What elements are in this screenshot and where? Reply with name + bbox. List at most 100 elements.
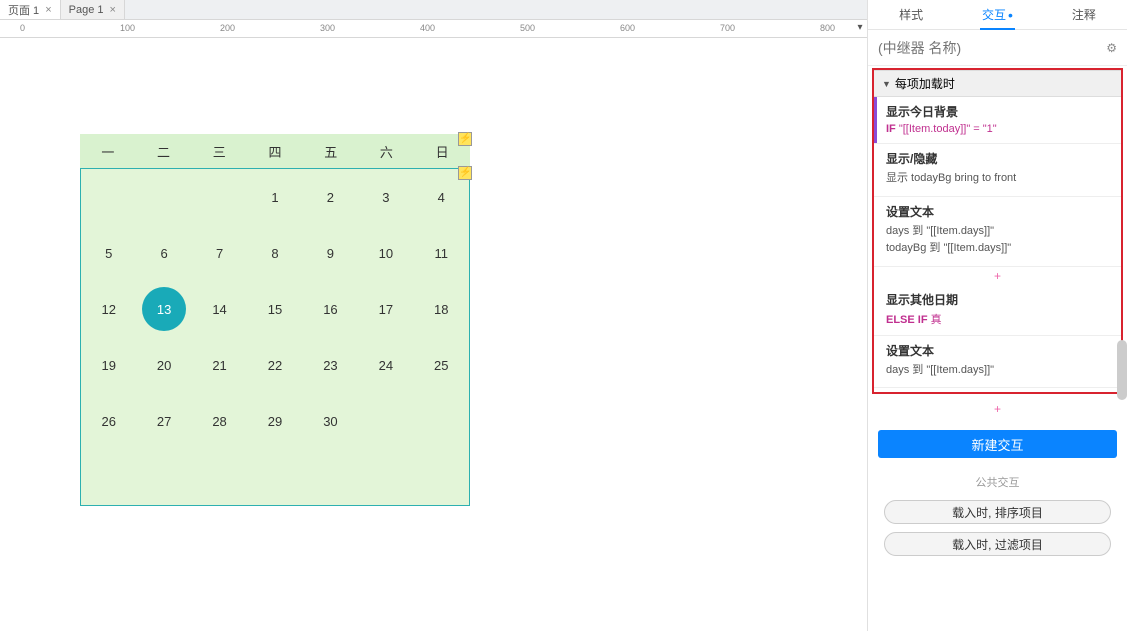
new-interaction-button[interactable]: 新建交互 — [878, 430, 1117, 458]
scrollbar-thumb[interactable] — [1117, 340, 1127, 400]
tab-notes[interactable]: 注释 — [1041, 0, 1127, 29]
weekday-label: 三 — [191, 134, 247, 168]
horizontal-ruler: 0100200300400500600700800 — [0, 20, 867, 38]
calendar-cell[interactable] — [81, 169, 136, 225]
calendar-cell[interactable]: 26 — [81, 393, 136, 449]
case-title: 显示今日背景 — [886, 103, 1113, 120]
calendar-cell[interactable]: 23 — [303, 337, 358, 393]
add-case-icon[interactable]: + — [868, 400, 1127, 418]
weekday-label: 一 — [80, 134, 136, 168]
widget-name-row: ⚙ — [868, 30, 1127, 66]
action-title: 显示/隐藏 — [886, 150, 1113, 167]
adjust-icon[interactable]: ⚙ — [1106, 41, 1117, 55]
lightning-icon[interactable]: ⚡ — [458, 166, 472, 180]
calendar-cell[interactable]: 28 — [192, 393, 247, 449]
action-line: days 到 "[[Item.days]]" — [886, 223, 1113, 241]
calendar-cell[interactable]: 19 — [81, 337, 136, 393]
calendar-cell[interactable]: 18 — [414, 281, 469, 337]
case-condition: IF "[[Item.today]]" = "1" — [886, 123, 1113, 135]
calendar-cell[interactable] — [358, 393, 413, 449]
shared-ix-sort-button[interactable]: 载入时, 排序项目 — [884, 500, 1111, 524]
case-block[interactable]: 显示今日背景 IF "[[Item.today]]" = "1" — [874, 97, 1121, 144]
action-line: todayBg 到 "[[Item.days]]" — [886, 240, 1113, 258]
ruler-tick: 300 — [320, 23, 335, 33]
today-highlight: 13 — [142, 287, 186, 331]
ruler-tick: 0 — [20, 23, 25, 33]
calendar-cell[interactable] — [136, 449, 191, 505]
ruler-tick: 600 — [620, 23, 635, 33]
widget-name-input[interactable] — [878, 40, 1106, 56]
calendar-cell[interactable] — [192, 449, 247, 505]
new-interaction-row: 新建交互 — [878, 430, 1117, 458]
calendar-cell[interactable]: 2 — [303, 169, 358, 225]
weekday-label: 六 — [359, 134, 415, 168]
inspector-panel: 样式 交互• 注释 ⚙ ▼ 每项加载时 显示今日背景 IF "[[Item.to… — [867, 0, 1127, 631]
ruler-menu-icon[interactable]: ▾ — [853, 22, 867, 36]
calendar-cell[interactable]: 22 — [247, 337, 302, 393]
calendar-cell[interactable]: 13 — [136, 281, 191, 337]
calendar-body: 1234567891011121314151617181920212223242… — [80, 168, 470, 506]
doc-tab-label: 页面 1 — [8, 2, 39, 18]
close-icon[interactable]: × — [45, 4, 51, 16]
tab-interactions[interactable]: 交互• — [954, 0, 1040, 29]
calendar-header: 一二三四五六日 — [80, 134, 470, 168]
calendar-cell[interactable]: 29 — [247, 393, 302, 449]
case-block[interactable]: 显示其他日期 ELSE IF 真 — [874, 285, 1121, 336]
calendar-cell[interactable] — [192, 169, 247, 225]
event-header[interactable]: ▼ 每项加载时 — [874, 70, 1121, 97]
tab-style[interactable]: 样式 — [868, 0, 954, 29]
lightning-icon[interactable]: ⚡ — [458, 132, 472, 146]
case-title: 显示其他日期 — [886, 291, 1113, 308]
close-icon[interactable]: × — [110, 4, 116, 16]
calendar-cell[interactable]: 1 — [247, 169, 302, 225]
calendar-cell[interactable]: 30 — [303, 393, 358, 449]
weekday-label: 五 — [303, 134, 359, 168]
calendar-cell[interactable]: 10 — [358, 225, 413, 281]
calendar-cell[interactable]: 12 — [81, 281, 136, 337]
doc-tab-label: Page 1 — [69, 4, 104, 16]
action-block[interactable]: 显示/隐藏 显示 todayBg bring to front — [874, 144, 1121, 197]
calendar-cell[interactable] — [414, 393, 469, 449]
interactions-list: ▼ 每项加载时 显示今日背景 IF "[[Item.today]]" = "1"… — [872, 68, 1123, 394]
calendar-cell[interactable]: 3 — [358, 169, 413, 225]
calendar-widget[interactable]: ⚡ ⚡ 一二三四五六日 1234567891011121314151617181… — [80, 134, 470, 506]
case-condition: ELSE IF 真 — [886, 311, 1113, 327]
calendar-cell[interactable]: 5 — [81, 225, 136, 281]
ruler-tick: 400 — [420, 23, 435, 33]
calendar-cell[interactable]: 7 — [192, 225, 247, 281]
collapse-icon[interactable]: ▼ — [882, 79, 891, 89]
calendar-cell[interactable]: 15 — [247, 281, 302, 337]
calendar-cell[interactable]: 6 — [136, 225, 191, 281]
calendar-cell[interactable]: 20 — [136, 337, 191, 393]
calendar-cell[interactable]: 17 — [358, 281, 413, 337]
shared-interactions-label: 公共交互 — [868, 474, 1127, 490]
ruler-tick: 100 — [120, 23, 135, 33]
add-action-icon[interactable]: + — [874, 267, 1121, 285]
calendar-cell[interactable]: 21 — [192, 337, 247, 393]
action-block[interactable]: 设置文本 days 到 "[[Item.days]]" todayBg 到 "[… — [874, 197, 1121, 267]
calendar-cell[interactable] — [247, 449, 302, 505]
panel-tab-strip: 样式 交互• 注释 — [868, 0, 1127, 30]
event-name: 每项加载时 — [895, 75, 955, 92]
weekday-label: 二 — [136, 134, 192, 168]
ruler-tick: 800 — [820, 23, 835, 33]
canvas-area[interactable]: ⚡ ⚡ 一二三四五六日 1234567891011121314151617181… — [0, 38, 867, 631]
calendar-cell[interactable]: 25 — [414, 337, 469, 393]
doc-tab-1[interactable]: Page 1 × — [61, 0, 125, 19]
calendar-cell[interactable]: 14 — [192, 281, 247, 337]
doc-tab-0[interactable]: 页面 1 × — [0, 0, 61, 19]
calendar-cell[interactable] — [81, 449, 136, 505]
calendar-cell[interactable]: 9 — [303, 225, 358, 281]
calendar-cell[interactable]: 27 — [136, 393, 191, 449]
action-line: 显示 todayBg bring to front — [886, 170, 1113, 188]
calendar-cell[interactable]: 16 — [303, 281, 358, 337]
calendar-cell[interactable] — [136, 169, 191, 225]
shared-ix-filter-button[interactable]: 载入时, 过滤项目 — [884, 532, 1111, 556]
calendar-cell[interactable]: 24 — [358, 337, 413, 393]
calendar-cell[interactable]: 8 — [247, 225, 302, 281]
action-block[interactable]: 设置文本 days 到 "[[Item.days]]" — [874, 336, 1121, 389]
action-title: 设置文本 — [886, 203, 1113, 220]
action-line: days 到 "[[Item.days]]" — [886, 362, 1113, 380]
ruler-tick: 200 — [220, 23, 235, 33]
calendar-cell[interactable]: 11 — [414, 225, 469, 281]
